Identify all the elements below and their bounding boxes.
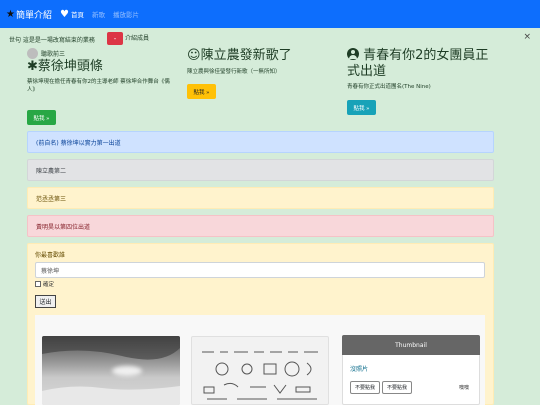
close-icon[interactable]: × xyxy=(523,32,531,42)
heart-icon: ♥ xyxy=(59,8,69,20)
column-3: 青春有你2的女團員正式出道 青春有你正式出道團名(The Nine) xyxy=(347,48,497,91)
nav-home[interactable]: ♥ 首頁 xyxy=(60,9,84,20)
panel-3: 范丞丞第三 xyxy=(27,187,494,209)
alert-text-members: 介紹成員 xyxy=(125,35,150,42)
favorite-label: 你最喜歡誰 xyxy=(35,252,66,259)
dont-click-button-2[interactable]: 不要點我 xyxy=(382,381,412,394)
smile-icon: ☺ xyxy=(187,48,201,63)
column-2-body: 陳立農與徐佳瑩發行新歌（一無所知） xyxy=(187,69,281,75)
dont-click-button-1[interactable]: 不要點我 xyxy=(350,381,380,394)
column-1-caption: 聽歌前三 xyxy=(41,51,66,58)
alert-red-button[interactable]: - xyxy=(107,32,123,45)
column-3-button[interactable]: 點我 » xyxy=(347,100,376,115)
brand[interactable]: ★ 簡單介紹 xyxy=(6,8,52,21)
panel-1: (前自名) 蔡徐坤以實力第一出道 xyxy=(27,131,494,153)
favorite-input[interactable]: 蔡徐坤 xyxy=(35,262,485,278)
landscape-image xyxy=(42,336,180,405)
navbar: ★ 簡單介紹 ♥ 首頁 新歌 播放影片 xyxy=(0,0,540,28)
column-1-body: 蔡徐坤現在擔任青春有你2的主導老師 蔡徐坤合作舞台《偶人》 xyxy=(27,79,170,93)
checkbox-label: 確定 xyxy=(43,282,55,288)
objects-image xyxy=(191,336,329,405)
panel-4: 黃明昊以第四位出道 xyxy=(27,215,494,237)
confirm-checkbox[interactable]: 確定 xyxy=(35,280,54,288)
alert-text: 世句 這是是一場改寫結束的業務 xyxy=(9,37,95,44)
column-3-title: 青春有你2的女團員正式出道 xyxy=(347,48,489,79)
nav-new-songs[interactable]: 新歌 xyxy=(92,9,105,19)
nav-play-video[interactable]: 播放影片 xyxy=(113,9,139,19)
panel-2: 陳立農第二 xyxy=(27,159,494,181)
column-3-body: 青春有你正式出道團名(The Nine) xyxy=(347,84,431,90)
column-1-button[interactable]: 點我 » xyxy=(27,110,56,125)
checkbox-box[interactable] xyxy=(35,281,41,287)
thumbnail-card-note: 噢噢 xyxy=(459,385,470,391)
asterisk-icon: ✱ xyxy=(27,59,38,74)
thumbnail-card-text: 沒照片 xyxy=(350,366,369,373)
column-1: 聽歌前三 ✱蔡徐坤頭條 蔡徐坤現在擔任青春有你2的主導老師 蔡徐坤合作舞台《偶人… xyxy=(27,48,177,94)
thumbnail-header: Thumbnail xyxy=(342,335,480,355)
user-circle-icon xyxy=(347,48,359,60)
nav-home-label: 首頁 xyxy=(70,11,84,19)
avatar-icon xyxy=(27,48,38,59)
submit-button[interactable]: 送出 xyxy=(35,295,56,308)
column-2: ☺陳立農發新歌了 陳立農與徐佳瑩發行新歌（一無所知） xyxy=(187,48,337,76)
star-icon: ★ xyxy=(6,8,15,20)
brand-label: 簡單介紹 xyxy=(15,10,52,21)
column-2-title: ☺陳立農發新歌了 xyxy=(187,48,292,63)
column-1-title: ✱蔡徐坤頭條 xyxy=(27,59,103,74)
column-2-button[interactable]: 點我 » xyxy=(187,84,216,99)
